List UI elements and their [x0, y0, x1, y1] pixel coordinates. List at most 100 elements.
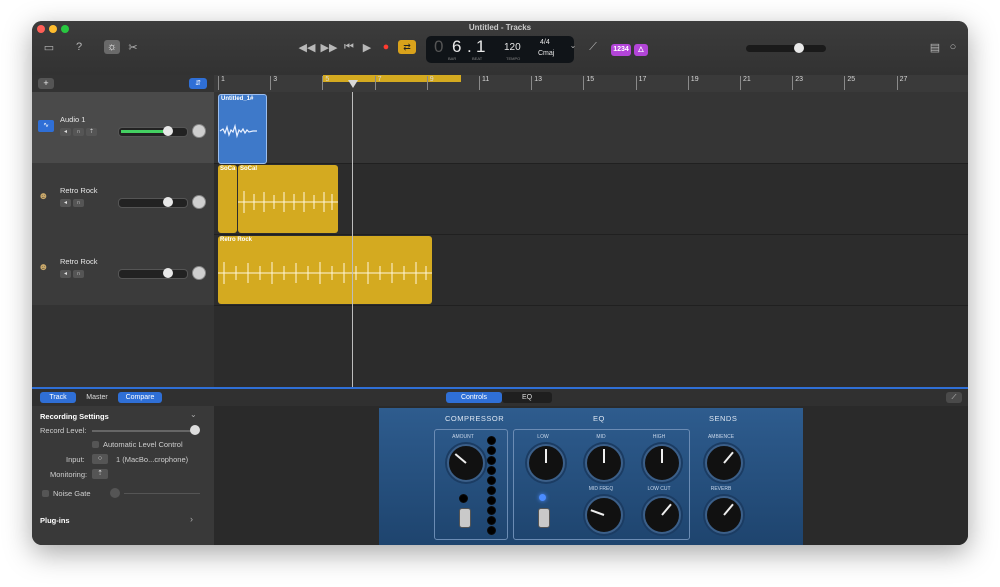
- low-knob[interactable]: [527, 444, 565, 482]
- monitoring-icon[interactable]: ⇡: [92, 469, 108, 479]
- recording-settings-panel: Recording Settings ⌄ Record Level: Autom…: [32, 406, 214, 545]
- input-select[interactable]: 1 (MacBo...crophone): [116, 455, 188, 464]
- headphones-icon[interactable]: ∩: [73, 270, 84, 278]
- tracks-area[interactable]: Untitled_1# SoCa SoCal Retro Rock: [214, 92, 968, 387]
- chevron-down-icon[interactable]: ⌄: [190, 410, 197, 419]
- mute-icon[interactable]: ◂: [60, 199, 71, 207]
- cycle-region[interactable]: [323, 75, 461, 82]
- lcd-display[interactable]: 0 6 . 1 BAR BEAT 120 TEMPO 4/4 Cmaj: [426, 36, 574, 63]
- record-level-slider[interactable]: [92, 430, 192, 432]
- track-name: Retro Rock: [60, 257, 98, 266]
- auto-level-label: Automatic Level Control: [103, 440, 183, 449]
- region-name: SoCal: [240, 166, 258, 172]
- ruler-tick: 15: [583, 76, 594, 90]
- track-name: Audio 1: [60, 115, 86, 124]
- drummer-region[interactable]: Retro Rock: [218, 236, 432, 304]
- notepad-icon[interactable]: ▤: [926, 41, 944, 54]
- headphones-icon[interactable]: ∩: [73, 199, 84, 207]
- drummer-region[interactable]: SoCa: [218, 165, 237, 233]
- play-icon[interactable]: ▶: [358, 41, 376, 54]
- low-cut-knob[interactable]: [643, 496, 681, 534]
- volume-thumb[interactable]: [163, 197, 173, 207]
- record-level-thumb[interactable]: [190, 425, 200, 435]
- amp-plugin: COMPRESSOR EQ SENDS AMOUNT LOW MID HIGH …: [379, 408, 803, 545]
- record-level-label: Record Level:: [40, 426, 87, 435]
- timeline-ruler[interactable]: 1 3 5 7 9 11 13 15 17 19 21 23 25 27: [214, 75, 968, 93]
- pan-knob[interactable]: [192, 195, 206, 209]
- reverb-knob[interactable]: [705, 496, 743, 534]
- count-in-button[interactable]: 1234: [611, 44, 631, 56]
- input-format-button[interactable]: ○: [92, 454, 108, 464]
- mute-icon[interactable]: ◂: [60, 270, 71, 278]
- scissors-icon[interactable]: ✂: [124, 41, 142, 54]
- rewind-icon[interactable]: ◀◀: [298, 41, 316, 54]
- lcd-tempo-label: TEMPO: [506, 56, 521, 61]
- window-title: Untitled - Tracks: [468, 23, 532, 32]
- mid-knob[interactable]: [585, 444, 623, 482]
- input-label: Input:: [66, 455, 85, 464]
- fast-forward-icon[interactable]: ▶▶: [320, 41, 338, 54]
- knob-label-mid: MID: [596, 434, 606, 440]
- pan-knob[interactable]: [192, 124, 206, 138]
- tuner-icon[interactable]: ⟋: [584, 41, 602, 54]
- tab-compare[interactable]: Compare: [118, 392, 162, 403]
- master-volume-thumb[interactable]: [794, 43, 804, 53]
- tab-eq[interactable]: EQ: [502, 392, 552, 403]
- eq-led: [539, 494, 546, 501]
- ruler-tick: 13: [531, 76, 542, 90]
- smart-tempo-icon[interactable]: ⇵: [189, 78, 207, 89]
- master-volume-slider[interactable]: [746, 43, 826, 53]
- track-header-retro-rock-1[interactable]: ☻ Retro Rock ◂ ∩: [32, 163, 214, 235]
- add-track-button[interactable]: +: [38, 78, 54, 89]
- garageband-window: Untitled - Tracks ▭ ? ☼ ✂ ◀◀ ▶▶ ⏮ ▶ ● ⇄ …: [32, 21, 968, 545]
- knob-label-amount: AMOUNT: [452, 434, 474, 440]
- amount-knob[interactable]: [447, 444, 485, 482]
- volume-slider[interactable]: [118, 268, 188, 279]
- eq-switch[interactable]: [538, 508, 550, 528]
- monitoring-label: Monitoring:: [50, 470, 88, 479]
- library-icon[interactable]: ▭: [40, 41, 58, 54]
- auto-level-checkbox[interactable]: [92, 441, 99, 448]
- tracks-header: + ⇵: [32, 75, 214, 93]
- smart-controls-icon[interactable]: ☼: [104, 40, 120, 54]
- record-icon[interactable]: ●: [377, 41, 395, 53]
- record-enable-icon[interactable]: ⇡: [86, 128, 97, 136]
- plugins-heading[interactable]: Plug-ins: [40, 516, 70, 525]
- mid-freq-knob[interactable]: [585, 496, 623, 534]
- noise-gate-checkbox[interactable]: [42, 490, 49, 497]
- tab-track[interactable]: Track: [40, 392, 76, 403]
- tab-master[interactable]: Master: [80, 392, 114, 403]
- cycle-icon[interactable]: ⇄: [398, 40, 416, 54]
- high-knob[interactable]: [643, 444, 681, 482]
- noise-gate-thumb[interactable]: [110, 488, 120, 498]
- drummer-region[interactable]: SoCal: [238, 165, 338, 233]
- noise-gate-slider[interactable]: [124, 493, 200, 494]
- volume-thumb[interactable]: [163, 126, 173, 136]
- inspector-icon[interactable]: ⟋: [946, 392, 962, 403]
- ruler-tick: 3: [270, 76, 277, 90]
- volume-slider[interactable]: [118, 126, 188, 137]
- metronome-icon[interactable]: △: [634, 44, 648, 56]
- track-header-retro-rock-2[interactable]: ☻ Retro Rock ◂ ∩: [32, 234, 214, 306]
- chevron-down-icon[interactable]: ⌄: [564, 41, 582, 50]
- volume-slider[interactable]: [118, 197, 188, 208]
- volume-thumb[interactable]: [163, 268, 173, 278]
- mute-icon[interactable]: ◂: [60, 128, 71, 136]
- ambience-knob[interactable]: [705, 444, 743, 482]
- headphones-icon[interactable]: ∩: [73, 128, 84, 136]
- help-icon[interactable]: ?: [70, 41, 88, 53]
- browser-icon[interactable]: ○: [944, 41, 962, 53]
- track-header-audio-1[interactable]: ∿ Audio 1 ◂ ∩ ⇡: [32, 92, 214, 164]
- go-to-beginning-icon[interactable]: ⏮: [340, 41, 358, 54]
- playhead-handle[interactable]: [348, 80, 358, 88]
- audio-region[interactable]: Untitled_1#: [218, 94, 267, 164]
- lcd-beat-label: BEAT: [472, 56, 483, 61]
- chevron-right-icon[interactable]: ›: [190, 514, 193, 524]
- tab-controls[interactable]: Controls: [446, 392, 502, 403]
- ruler-tick: 25: [844, 76, 855, 90]
- drummer-icon: ☻: [38, 262, 49, 273]
- pan-knob[interactable]: [192, 266, 206, 280]
- compressor-led: [459, 494, 468, 503]
- compressor-switch[interactable]: [459, 508, 471, 528]
- playhead[interactable]: [352, 92, 353, 387]
